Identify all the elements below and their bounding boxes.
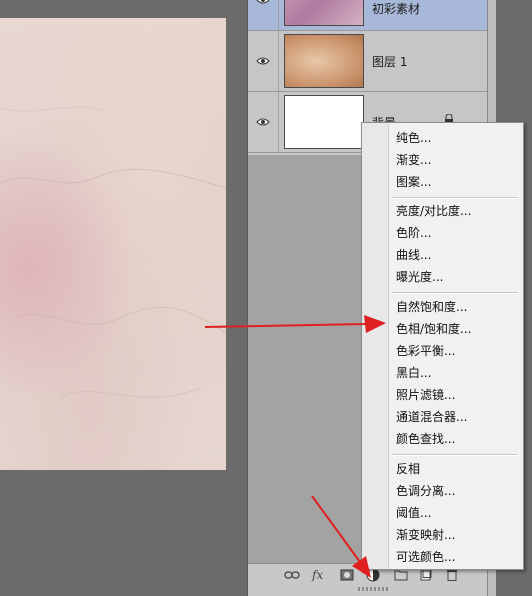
- arrow-to-hue-saturation: [204, 315, 386, 333]
- arrow-to-adjustment-button: [311, 495, 371, 578]
- annotation-arrows: [204, 315, 386, 578]
